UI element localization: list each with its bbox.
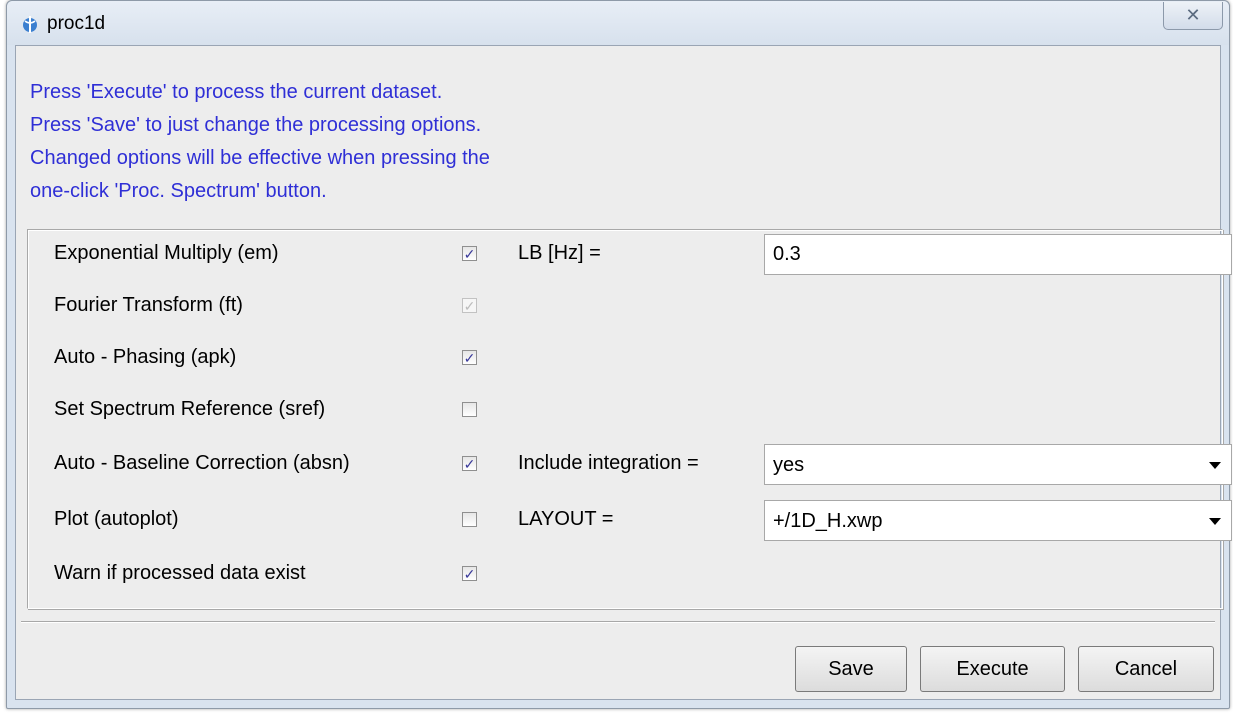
option-label: Exponential Multiply (em) [54,242,279,264]
option-label: Auto - Baseline Correction (absn) [54,452,350,474]
em-checkbox[interactable]: ✓ [462,246,477,261]
execute-button[interactable]: Execute [920,646,1065,692]
save-button[interactable]: Save [795,646,907,692]
close-icon: ✕ [1185,5,1201,25]
close-button[interactable]: ✕ [1163,2,1223,30]
cancel-button[interactable]: Cancel [1078,646,1214,692]
info-line: Changed options will be effective when p… [30,147,490,169]
dialog-body: Press 'Execute' to process the current d… [15,45,1232,700]
lb-label: LB [Hz] = [518,242,601,264]
chevron-down-icon [1209,518,1221,525]
ft-checkbox[interactable]: ✓ [462,298,477,313]
integration-value: yes [773,454,805,476]
option-label: Auto - Phasing (apk) [54,346,237,368]
apk-checkbox[interactable]: ✓ [462,350,477,365]
layout-value: +/1D_H.xwp [773,510,883,532]
app-icon [23,16,37,33]
info-text: Press 'Execute' to process the current d… [30,76,490,208]
option-row-ft: Fourier Transform (ft) ✓ [28,286,1222,326]
integration-select[interactable]: yes [764,444,1232,485]
option-row-autoplot: Plot (autoplot) LAYOUT = +/1D_H.xwp [28,500,1232,541]
window-title: proc1d [47,13,106,34]
absn-checkbox[interactable]: ✓ [462,456,477,471]
title-bar[interactable]: proc1d ✕ [7,1,1229,45]
integration-label: Include integration = [518,452,699,474]
layout-label: LAYOUT = [518,508,614,530]
option-label: Plot (autoplot) [54,508,179,530]
lb-input[interactable] [764,234,1232,275]
option-row-sref: Set Spectrum Reference (sref) [28,390,1222,430]
info-line: Press 'Execute' to process the current d… [30,81,443,103]
option-row-warn: Warn if processed data exist ✓ [28,554,1222,594]
option-label: Set Spectrum Reference (sref) [54,398,326,420]
separator [21,621,1215,623]
option-row-absn: Auto - Baseline Correction (absn) ✓ Incl… [28,444,1232,485]
option-label: Fourier Transform (ft) [54,294,243,316]
autoplot-checkbox[interactable] [462,512,477,527]
option-label: Warn if processed data exist [54,562,306,584]
sref-checkbox[interactable] [462,402,477,417]
info-line: Press 'Save' to just change the processi… [30,114,482,136]
chevron-down-icon [1209,462,1221,469]
info-line: one-click 'Proc. Spectrum' button. [30,180,327,202]
option-row-apk: Auto - Phasing (apk) ✓ [28,338,1222,378]
proc1d-dialog: proc1d ✕ Press 'Execute' to process the … [6,0,1232,709]
warn-checkbox[interactable]: ✓ [462,566,477,581]
layout-select[interactable]: +/1D_H.xwp [764,500,1232,541]
options-panel: Exponential Multiply (em) ✓ LB [Hz] = Fo… [27,229,1232,609]
option-row-em: Exponential Multiply (em) ✓ LB [Hz] = [28,234,1232,275]
